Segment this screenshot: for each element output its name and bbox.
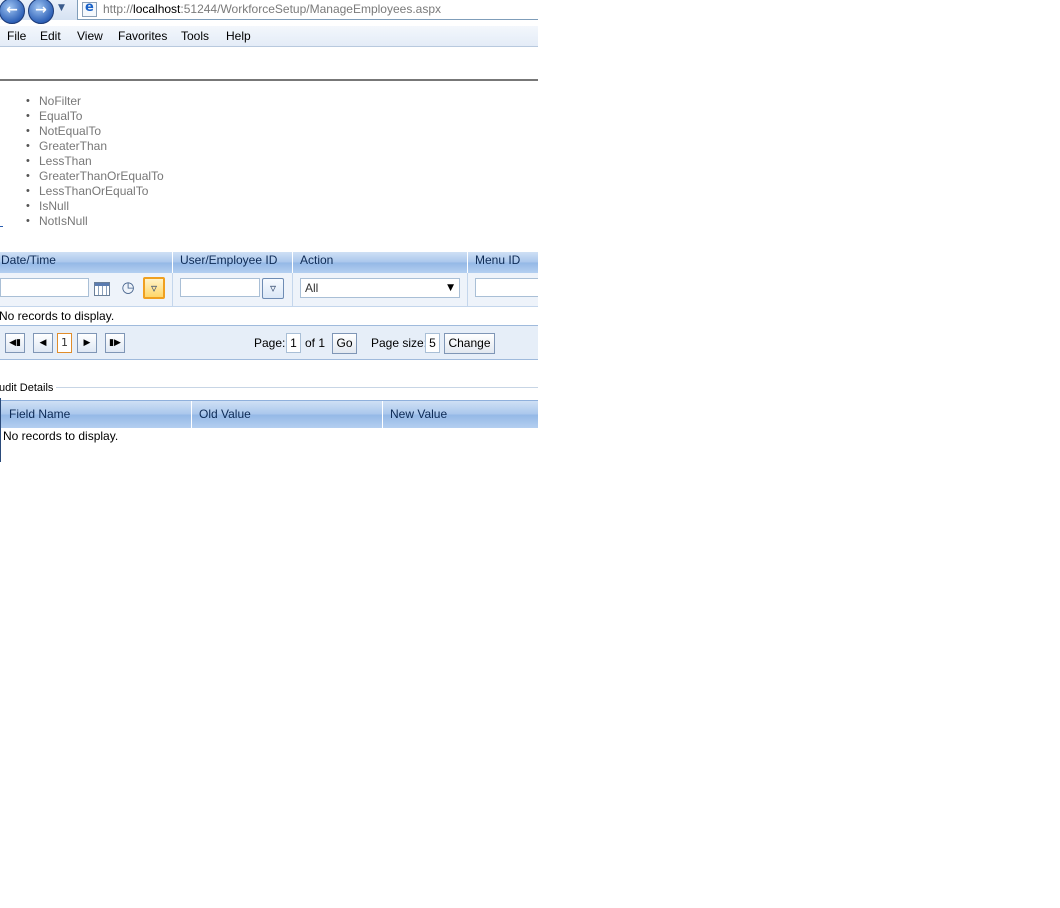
fieldset-border	[56, 387, 538, 388]
menu-bar: File Edit View Favorites Tools Help	[0, 26, 538, 47]
first-page-icon[interactable]: ◀▮	[5, 333, 25, 353]
column-header-datetime[interactable]: Date/Time	[0, 252, 173, 273]
menu-help[interactable]: Help	[226, 29, 251, 43]
grid-pager: ◀▮ ◀ 1 ▶ ▮▶ Page: 1 of 1 Go Page size: 5…	[0, 325, 538, 360]
menu-view[interactable]: View	[77, 29, 103, 43]
audit-no-records-message: No records to display.	[3, 429, 119, 443]
column-header-menu-id[interactable]: Menu ID	[468, 252, 538, 273]
filter-funnel-icon[interactable]: ▿	[262, 278, 284, 299]
audit-details-header: Field Name Old Value New Value	[1, 400, 538, 428]
grid-header: Date/Time User/Employee ID Action Menu I…	[0, 252, 538, 273]
menu-edit[interactable]: Edit	[40, 29, 61, 43]
prev-page-icon[interactable]: ◀	[33, 333, 53, 353]
action-filter-value: All	[305, 281, 319, 295]
next-page-icon[interactable]: ▶	[77, 333, 97, 353]
column-header-old-value[interactable]: Old Value	[192, 401, 383, 428]
filter-cell-menu-id	[468, 273, 538, 306]
page-size-input[interactable]: 5	[425, 333, 440, 353]
page-size-label: Page size:	[371, 336, 428, 350]
last-page-icon[interactable]: ▮▶	[105, 333, 125, 353]
url-field[interactable]: http://localhost:51244/WorkforceSetup/Ma…	[77, 0, 538, 20]
column-header-action[interactable]: Action	[293, 252, 468, 273]
filter-option[interactable]: NoFilter	[24, 94, 164, 109]
forward-arrow-icon[interactable]: →	[28, 0, 54, 24]
back-arrow-icon[interactable]: ←	[0, 0, 25, 24]
filter-option[interactable]: NotEqualTo	[24, 124, 164, 139]
no-records-message: No records to display.	[0, 309, 115, 323]
filter-option[interactable]: IsNull	[24, 199, 164, 214]
filter-option[interactable]: LessThanOrEqualTo	[24, 184, 164, 199]
user-id-filter-input[interactable]	[180, 278, 260, 297]
filter-option[interactable]: GreaterThanOrEqualTo	[24, 169, 164, 184]
menu-favorites[interactable]: Favorites	[118, 29, 167, 43]
filter-cell-action: All ▼	[293, 273, 468, 306]
page-number-button[interactable]: 1	[57, 333, 72, 353]
browser-chrome: ← → ▼ http://localhost:51244/WorkforceSe…	[0, 0, 538, 47]
menu-tools[interactable]: Tools	[181, 29, 209, 43]
filter-options-list: NoFilter EqualTo NotEqualTo GreaterThan …	[24, 94, 164, 229]
go-button[interactable]: Go	[332, 333, 357, 354]
change-button[interactable]: Change	[444, 333, 495, 354]
divider-tick	[0, 226, 3, 227]
datetime-filter-input[interactable]	[0, 278, 89, 297]
filter-option[interactable]: GreaterThan	[24, 139, 164, 154]
page-label: Page:	[254, 336, 286, 350]
filter-option[interactable]: LessThan	[24, 154, 164, 169]
menu-id-filter-input[interactable]	[475, 278, 538, 297]
audit-grid: Date/Time User/Employee ID Action Menu I…	[0, 252, 538, 360]
address-bar: ← → ▼ http://localhost:51244/WorkforceSe…	[0, 0, 538, 24]
action-filter-select[interactable]: All ▼	[300, 278, 460, 298]
filter-funnel-icon[interactable]: ▿	[143, 277, 165, 299]
page-input[interactable]: 1	[286, 333, 301, 353]
column-header-new-value[interactable]: New Value	[383, 401, 538, 428]
column-header-field-name[interactable]: Field Name	[1, 401, 192, 428]
filter-cell-datetime: ◷ ▿	[0, 273, 173, 306]
calendar-icon[interactable]	[91, 278, 111, 298]
history-dropdown-icon[interactable]: ▼	[58, 3, 65, 13]
url-text: http://localhost:51244/WorkforceSetup/Ma…	[103, 2, 442, 16]
audit-details-legend: udit Details	[0, 382, 54, 394]
chevron-down-icon: ▼	[447, 283, 454, 293]
separator	[0, 79, 538, 81]
clock-icon[interactable]: ◷	[118, 278, 138, 298]
filter-option[interactable]: NotIsNull	[24, 214, 164, 229]
page-icon	[82, 0, 97, 17]
filter-option[interactable]: EqualTo	[24, 109, 164, 124]
column-header-user-id[interactable]: User/Employee ID	[173, 252, 293, 273]
filter-cell-user-id: ▿	[173, 273, 293, 306]
menu-file[interactable]: File	[7, 29, 26, 43]
page-count-label: of 1	[305, 336, 326, 350]
filter-row: ◷ ▿ ▿ All ▼	[0, 273, 538, 307]
